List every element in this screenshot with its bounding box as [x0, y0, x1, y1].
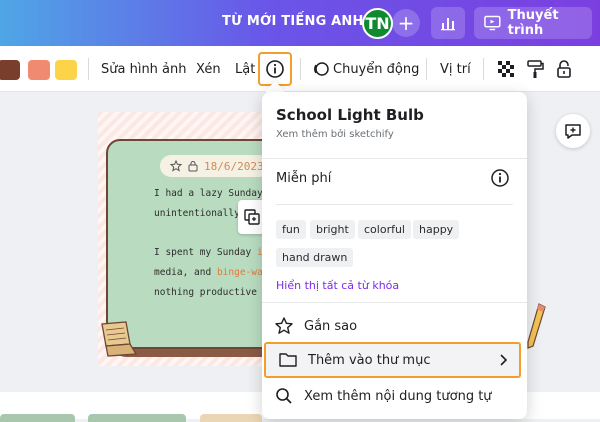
color-swatch-yellow[interactable] — [55, 60, 77, 80]
bar-chart-icon — [441, 18, 455, 31]
toolbar-divider — [88, 58, 89, 80]
info-icon[interactable] — [490, 168, 510, 188]
toolbar-divider — [426, 58, 427, 80]
keyword-tag[interactable]: colorful — [358, 220, 411, 239]
see-similar-label: Xem thêm nội dung tương tự — [304, 388, 492, 404]
keyword-tag[interactable]: fun — [276, 220, 306, 239]
creator-link[interactable]: Xem thêm bởi sketchify — [276, 129, 394, 140]
lock-icon[interactable] — [552, 58, 576, 80]
keyword-tag[interactable]: hand drawn — [276, 248, 354, 267]
add-collaborator-button[interactable]: + — [392, 9, 420, 37]
laptop-illustration — [101, 321, 138, 357]
date-text: 18/6/2023 — [204, 159, 264, 173]
star-icon — [170, 160, 182, 172]
toolbar-divider — [483, 58, 484, 80]
animate-button[interactable]: Chuyển động — [333, 62, 419, 77]
star-menu-item[interactable]: Gắn sao — [262, 308, 527, 344]
lock-icon — [188, 161, 198, 172]
date-pill[interactable]: 18/6/2023 — [160, 155, 270, 177]
star-icon — [275, 317, 293, 334]
page-thumbnail[interactable] — [0, 414, 75, 422]
present-screen-icon — [484, 15, 501, 31]
price-label: Miễn phí — [276, 171, 332, 186]
add-comment-button[interactable] — [556, 114, 590, 148]
toolbar-divider — [300, 58, 301, 80]
see-similar-menu-item[interactable]: Xem thêm nội dung tương tự — [262, 378, 527, 414]
add-folder-label: Thêm vào thư mục — [308, 352, 431, 368]
crop-button[interactable]: Xén — [196, 62, 221, 77]
folder-icon — [279, 353, 297, 367]
add-to-folder-menu-item[interactable]: Thêm vào thư mục — [264, 342, 521, 378]
present-button[interactable]: Thuyết trình — [474, 7, 592, 39]
paint-roller-icon[interactable] — [523, 58, 547, 80]
comment-plus-icon — [565, 124, 581, 139]
chevron-right-icon — [500, 354, 508, 366]
page-thumbnail[interactable] — [200, 414, 262, 422]
element-title: School Light Bulb — [276, 106, 424, 124]
position-button[interactable]: Vị trí — [440, 62, 471, 77]
pencil-illustration — [527, 303, 546, 349]
present-label: Thuyết trình — [507, 8, 559, 38]
document-title[interactable]: TỪ MỚI TIẾNG ANH — [222, 14, 364, 29]
show-all-keywords-link[interactable]: Hiển thị tất cả từ khóa — [276, 279, 399, 292]
search-icon — [276, 388, 292, 404]
editor-toolbar: Sửa hình ảnh Xén Lật Chuyển động Vị trí — [0, 46, 600, 92]
element-info-popup: School Light Bulb Xem thêm bởi sketchify… — [262, 92, 527, 419]
animate-icon[interactable] — [309, 58, 333, 80]
color-swatch-salmon[interactable] — [28, 60, 50, 80]
note-line: I had a lazy Sunday. I — [154, 188, 280, 199]
info-icon — [266, 60, 284, 78]
keyword-tag[interactable]: happy — [413, 220, 460, 239]
keyword-tag[interactable]: bright — [310, 220, 355, 239]
divider — [262, 302, 527, 303]
edit-image-button[interactable]: Sửa hình ảnh — [101, 62, 187, 77]
star-label: Gắn sao — [304, 318, 358, 334]
divider — [262, 158, 527, 159]
transparency-icon[interactable] — [494, 58, 518, 80]
color-swatch-brown[interactable] — [0, 60, 20, 80]
divider — [276, 204, 513, 205]
flip-button[interactable]: Lật — [235, 62, 255, 77]
top-bar: TỪ MỚI TIẾNG ANH TN + Thuyết trình — [0, 0, 600, 46]
user-avatar[interactable]: TN — [362, 8, 393, 39]
insights-button[interactable] — [431, 7, 465, 39]
page-thumbnail[interactable] — [88, 414, 186, 422]
